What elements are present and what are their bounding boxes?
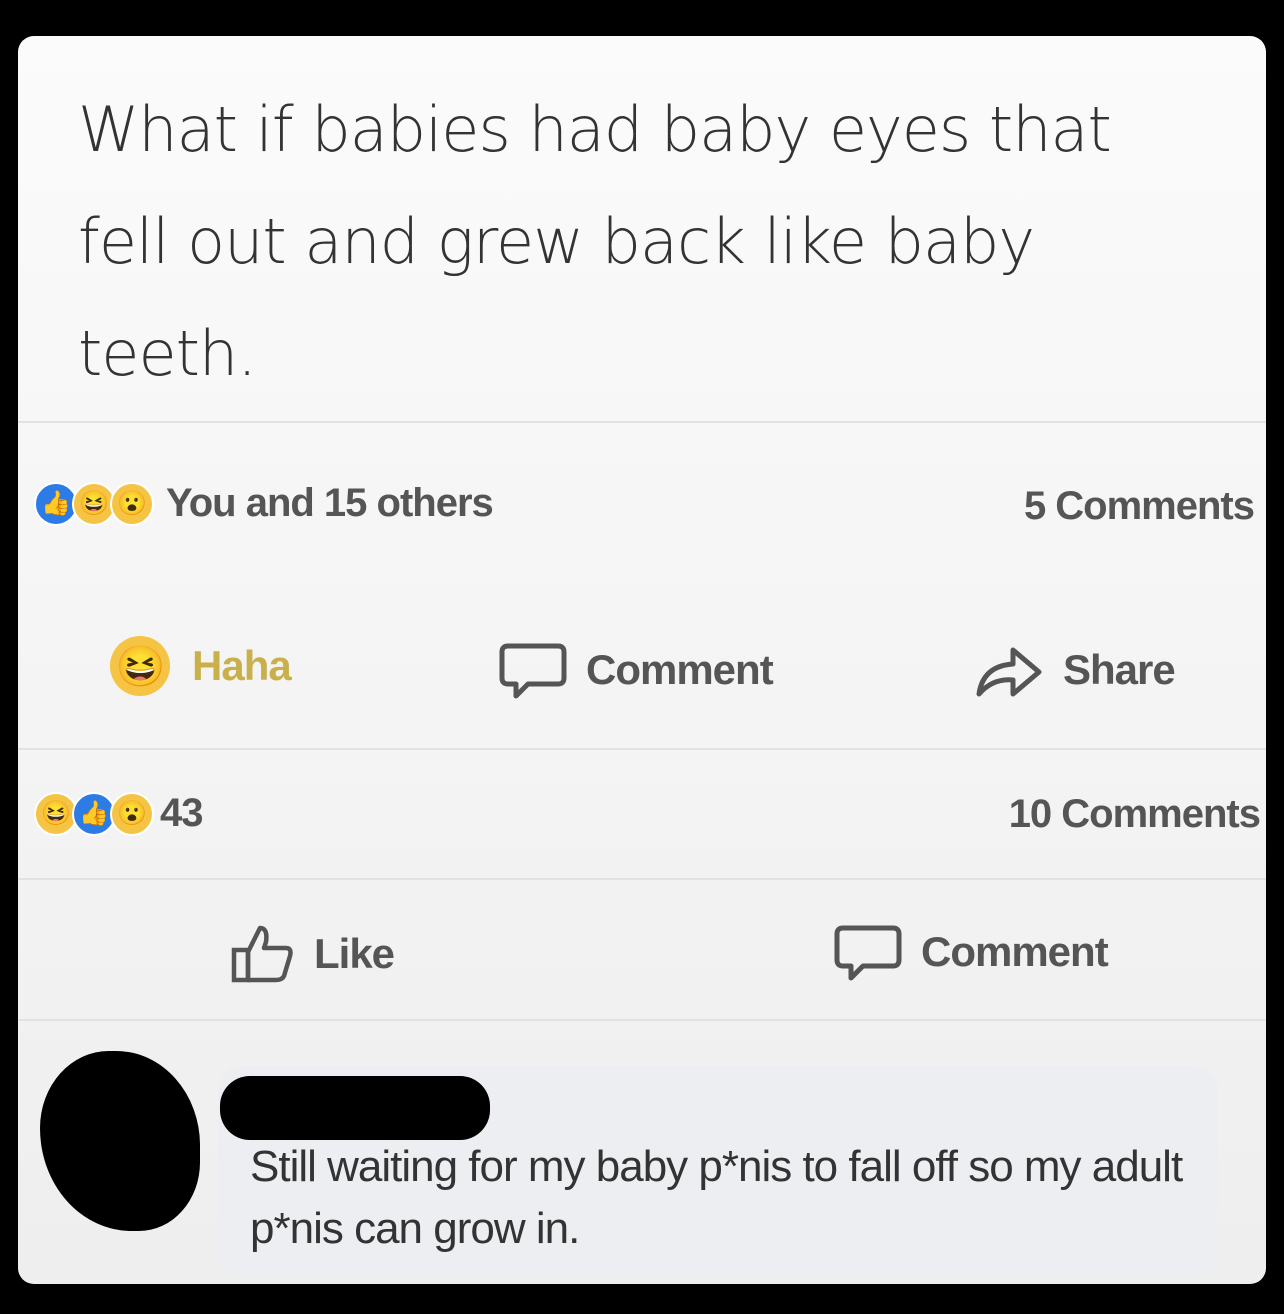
post-reactions-summary[interactable]: 👍 😆 😮 You and 15 others [34,481,494,526]
reactions-summary-text: You and 15 others [166,481,494,525]
comment-icon [834,925,902,981]
like-button[interactable]: Like [230,922,395,986]
share-label: Share [1063,646,1176,693]
post-text: What if babies had baby eyes that fell o… [78,93,1112,390]
redacted-avatar [40,1051,200,1231]
comment-text: Still waiting for my baby p*nis to fall … [250,1142,1183,1253]
wow-icon: 😮 [110,481,154,526]
share-button[interactable]: Share [973,640,1176,700]
divider [18,1019,1266,1021]
haha-button[interactable]: 😆 Haha [110,636,292,696]
post-comments-count[interactable]: 5 Comments [1024,484,1255,529]
comment-button[interactable]: Comment [833,922,1109,982]
haha-label: Haha [192,642,292,689]
shared-reactions-summary[interactable]: 😆 👍 😮 43 [34,791,203,836]
like-label: Like [314,930,395,977]
thumbs-up-icon [231,925,293,983]
facebook-post-card: What if babies had baby eyes that fell o… [18,36,1266,1284]
comment-label: Comment [586,646,774,693]
share-icon [976,647,1042,697]
comment-button[interactable]: Comment [498,640,774,700]
reaction-count: 43 [160,791,203,835]
divider [18,421,1266,423]
haha-icon: 😆 [110,636,170,696]
divider [18,878,1266,880]
divider [18,748,1266,750]
comment-label: Comment [921,928,1109,975]
redacted-commenter-name [220,1076,490,1140]
comment-icon [499,643,567,699]
shared-comments-count[interactable]: 10 Comments [1009,792,1261,837]
wow-icon: 😮 [110,791,154,836]
